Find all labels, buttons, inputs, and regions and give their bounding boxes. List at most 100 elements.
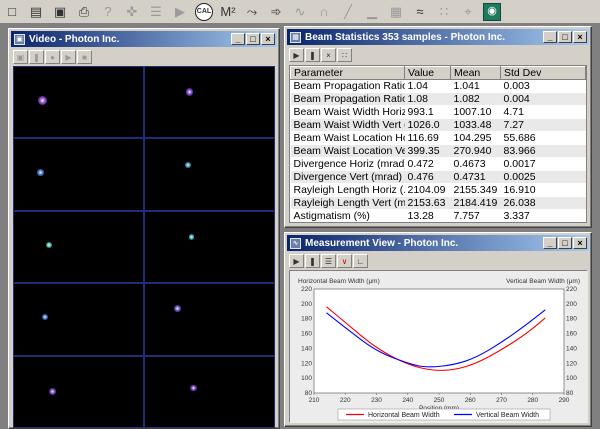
video-frame-cell xyxy=(144,210,275,284)
beam-spot xyxy=(174,305,181,312)
table-row[interactable]: Rayleigh Length Vert (m... 2153.63 2184.41… xyxy=(290,196,586,210)
video-frame-cell xyxy=(144,66,275,139)
cell-value: 399.35 xyxy=(404,144,451,158)
toolbar-button-open-folder[interactable]: ▤ xyxy=(25,1,47,23)
toolbar-button-crosshair[interactable]: ⌖ xyxy=(457,1,479,23)
frame-prev-icon[interactable]: ❚ xyxy=(29,50,44,64)
video-display[interactable] xyxy=(13,66,275,428)
stats-titlebar[interactable]: ▦ Beam Statistics 353 samples - Photon I… xyxy=(287,29,589,45)
table-row[interactable]: Beam Propagation Ratio ...1.041.0410.003 xyxy=(290,79,586,93)
cell-mean: 0.4673 xyxy=(450,157,501,171)
table-row[interactable]: Rayleigh Length Horiz (... 2104.09 2155.34… xyxy=(290,183,586,197)
cell-std-dev: 7.27 xyxy=(500,118,586,132)
cell-parameter: Beam Waist Location Ho... xyxy=(290,131,405,145)
clear-icon[interactable]: × xyxy=(321,48,336,62)
header-parameter[interactable]: Parameter xyxy=(290,66,405,80)
cell-parameter: Beam Waist Width Vert (... xyxy=(290,118,405,132)
cell-parameter: Beam Propagation Ratio ... xyxy=(290,92,405,106)
stop-icon[interactable]: ■ xyxy=(77,50,92,64)
toolbar-button-curve-plot[interactable]: ≈ xyxy=(409,1,431,23)
y-axis-label-right: Vertical Beam Width (μm) xyxy=(506,278,580,285)
toolbar-button-waveform[interactable]: ∿ xyxy=(289,1,311,23)
y-axis-label-left: Horizontal Beam Width (μm) xyxy=(298,278,380,285)
x-tick-label: 290 xyxy=(559,397,570,404)
beam-spot xyxy=(190,384,197,391)
maximize-button[interactable]: □ xyxy=(558,31,572,43)
maximize-button[interactable]: □ xyxy=(558,237,572,249)
toolbar-button-scatter[interactable]: ∷ xyxy=(433,1,455,23)
table-row[interactable]: Divergence Vert (mrad) 0.476 0.4731 0.0025 xyxy=(290,170,586,184)
toolbar-button-cal[interactable]: CAL xyxy=(193,1,215,23)
table-row[interactable]: Beam Propagation Ratio ...1.081.0820.004 xyxy=(290,92,586,106)
toolbar-button-chart-bar[interactable]: ▁ xyxy=(361,1,383,23)
video-frame-cell xyxy=(144,355,275,428)
record-icon[interactable]: ● xyxy=(45,50,60,64)
cell-std-dev: 0.007 xyxy=(501,223,586,224)
header-value[interactable]: Value xyxy=(404,66,451,80)
cell-value: 1.04 xyxy=(404,79,451,93)
header-std-dev[interactable]: Std Dev xyxy=(500,66,586,80)
cell-value: 2153.63 xyxy=(404,196,451,210)
table-row[interactable]: Beam Waist Location Ve... 399.35 270.940 83… xyxy=(290,144,586,158)
beam-measure-icon: ⤳ xyxy=(246,4,258,19)
toolbar-button-help[interactable]: ? xyxy=(97,1,119,23)
list-view-icon[interactable]: ☰ xyxy=(321,254,336,268)
minimize-button[interactable]: _ xyxy=(543,237,557,249)
table-row[interactable]: Beam Waist Width Vert (... 1026.0 1033.48 7… xyxy=(290,118,586,132)
curve-fit-icon[interactable]: ∨ xyxy=(337,254,352,268)
x-tick-label: 270 xyxy=(496,397,507,404)
toolbar-button-connect[interactable]: ☰ xyxy=(145,1,167,23)
plot-area xyxy=(313,288,565,394)
minimize-button[interactable]: _ xyxy=(543,31,557,43)
header-mean[interactable]: Mean xyxy=(450,66,501,80)
frame-first-icon[interactable]: ▣ xyxy=(13,50,28,64)
table-row[interactable]: Beam Waist Width Horiz ...993.11007.104.… xyxy=(290,105,586,119)
y-tick-label-left: 120 xyxy=(301,360,312,367)
close-button[interactable]: × xyxy=(573,237,587,249)
toolbar-button-new-file[interactable]: □ xyxy=(1,1,23,23)
maximize-button[interactable]: □ xyxy=(246,33,260,45)
cal-icon: CAL xyxy=(195,2,213,21)
cell-mean: 0.975 xyxy=(451,223,501,224)
stats-table-container[interactable]: Parameter Value Mean Std Dev Beam Propag… xyxy=(289,65,587,223)
toolbar-button-print[interactable]: ⎙ xyxy=(73,1,95,23)
table-row[interactable]: Astigmatism (%) 13.28 7.757 3.337 xyxy=(290,209,586,222)
close-button[interactable]: × xyxy=(573,31,587,43)
table-row[interactable]: Beam Waist Asymmetry0.970.9750.007 xyxy=(291,223,586,224)
play-icon[interactable]: ▶ xyxy=(289,48,304,62)
cell-parameter: Astigmatism (%) xyxy=(290,209,405,222)
toolbar-button-chart-line[interactable]: ╱ xyxy=(337,1,359,23)
toolbar-button-play[interactable]: ▶ xyxy=(169,1,191,23)
connect-icon: ☰ xyxy=(150,4,162,19)
minimize-button[interactable]: _ xyxy=(231,33,245,45)
open-folder-icon: ▤ xyxy=(29,4,43,19)
toolbar-button-laser[interactable]: ➾ xyxy=(265,1,287,23)
play-icon[interactable]: ▶ xyxy=(289,254,304,268)
cell-mean: 1033.48 xyxy=(450,118,501,132)
toolbar-button-profile[interactable]: ∩ xyxy=(313,1,335,23)
measurement-titlebar[interactable]: ∿ Measurement View - Photon Inc. _ □ × xyxy=(287,235,589,251)
toolbar-button-beam-measure[interactable]: ⤳ xyxy=(241,1,263,23)
video-titlebar[interactable]: ▣ Video - Photon Inc. _ □ × xyxy=(11,31,277,47)
axis-icon[interactable]: ∟ xyxy=(353,254,368,268)
save-icon: ▣ xyxy=(53,4,67,19)
table-row[interactable]: Beam Waist Location Ho...116.69104.29555… xyxy=(290,131,586,145)
frame-next-icon[interactable]: ▶ xyxy=(61,50,76,64)
toolbar-button-grid[interactable]: ▦ xyxy=(385,1,407,23)
scatter-stats-icon[interactable]: ∷ xyxy=(337,48,352,62)
cell-std-dev: 26.038 xyxy=(500,196,586,210)
y-tick-label-right: 140 xyxy=(566,345,577,352)
toolbar-button-save[interactable]: ▣ xyxy=(49,1,71,23)
table-row[interactable]: Divergence Horiz (mrad) 0.472 0.4673 0.0017 xyxy=(290,157,586,171)
pause-icon[interactable]: ❚ xyxy=(305,48,320,62)
cell-parameter: Beam Waist Width Horiz ... xyxy=(290,105,405,119)
video-frame-cell xyxy=(144,283,275,356)
legend-label: Horizontal Beam Width xyxy=(368,412,440,419)
toolbar-button-beam-view[interactable]: ◉ xyxy=(481,1,503,23)
close-button[interactable]: × xyxy=(261,33,275,45)
toolbar-button-m2[interactable]: M² xyxy=(217,1,239,23)
pause-icon[interactable]: ❚ xyxy=(305,254,320,268)
cell-mean: 2184.419 xyxy=(450,196,501,210)
toolbar-button-target[interactable]: ✜ xyxy=(121,1,143,23)
measurement-chart-area[interactable]: Horizontal Beam Width (μm) Vertical Beam… xyxy=(289,270,588,423)
